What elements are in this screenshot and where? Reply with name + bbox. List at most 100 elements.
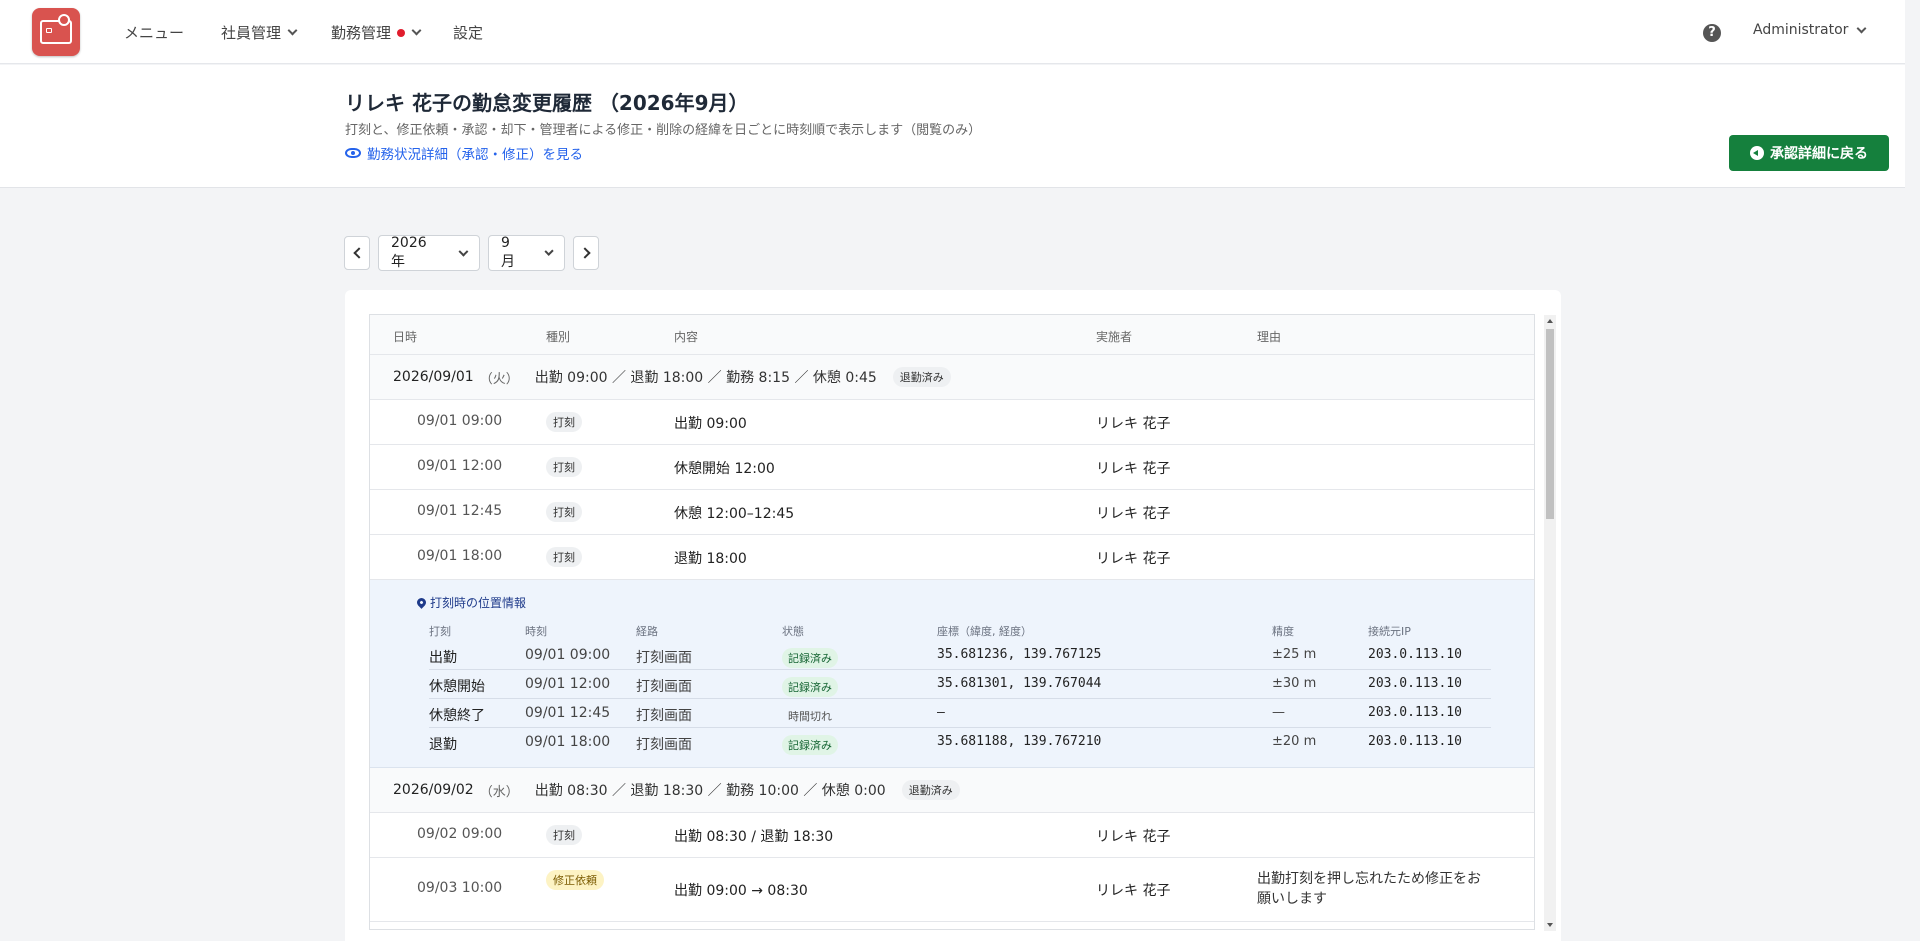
record-actor: リレキ 花子	[1096, 551, 1171, 567]
col-kind: 種別	[546, 330, 571, 344]
loc-ip: 203.0.113.10	[1368, 676, 1462, 691]
nav-menu[interactable]: メニュー	[124, 22, 184, 43]
chevron-down-icon	[458, 246, 469, 256]
record-kind-badge: 打刻	[546, 412, 582, 432]
back-to-approval-button[interactable]: 承認詳細に戻る	[1729, 135, 1889, 171]
record-datetime: 09/01 12:45	[417, 503, 503, 519]
scroll-up-icon[interactable]	[1547, 319, 1553, 323]
location-row: 休憩終了 09/01 12:45 打刻画面 時間切れ — — 203.0.113…	[429, 699, 1491, 728]
record-content: 出勤 09:00 → 08:30	[674, 883, 808, 899]
chevron-down-icon	[543, 246, 554, 256]
table-row: 09/03 10:00 修正依頼 出勤 09:00 → 08:30 リレキ 花子…	[370, 858, 1534, 922]
record-content: 退勤 18:00	[674, 551, 747, 567]
month-select[interactable]: 9月	[488, 235, 565, 271]
loc-accuracy: ±30 m	[1272, 676, 1317, 691]
next-month-button[interactable]	[573, 236, 599, 270]
year-value: 2026年	[391, 235, 427, 270]
chevron-down-icon	[411, 25, 422, 36]
record-content: 出勤 09:00	[674, 416, 747, 432]
record-kind-badge: 打刻	[546, 457, 582, 477]
record-datetime: 09/03 10:00	[417, 880, 503, 896]
loc-col-coord: 座標（緯度, 経度）	[937, 625, 1032, 638]
loc-time: 09/01 12:00	[525, 676, 611, 692]
loc-route: 打刻画面	[636, 737, 692, 753]
record-datetime: 09/01 18:00	[417, 548, 503, 564]
table-row: 09/01 12:00 打刻 休憩開始 12:00 リレキ 花子	[370, 445, 1534, 490]
scroll-down-icon[interactable]	[1547, 923, 1553, 927]
table-row: 09/01 12:45 打刻 休憩 12:00–12:45 リレキ 花子	[370, 490, 1534, 535]
loc-state-badge: 記録済み	[782, 648, 838, 668]
loc-state-badge: 記録済み	[782, 735, 838, 755]
record-content: 休憩開始 12:00	[674, 461, 775, 477]
loc-coord: 35.681301, 139.767044	[937, 676, 1102, 691]
status-badge: 退勤済み	[892, 367, 951, 387]
chevron-right-icon	[578, 247, 591, 259]
location-row: 退勤 09/01 18:00 打刻画面 記録済み 35.681188, 139.…	[429, 728, 1491, 757]
chevron-down-icon	[1856, 23, 1867, 33]
app-logo-icon[interactable]	[32, 8, 80, 56]
history-card: 日時 種別 内容 実施者 理由 2026/09/01 （火） 出勤 09:00 …	[345, 290, 1561, 941]
col-datetime: 日時	[393, 330, 418, 344]
day-weekday: （火）	[479, 371, 519, 387]
help-icon[interactable]: ?	[1703, 24, 1721, 42]
record-kind-badge: 打刻	[546, 547, 582, 567]
record-actor: リレキ 花子	[1096, 461, 1171, 477]
prev-month-button[interactable]	[344, 236, 370, 270]
record-kind-badge: 打刻	[546, 502, 582, 522]
record-kind-badge: 打刻	[546, 825, 582, 845]
loc-col-accuracy: 精度	[1272, 625, 1294, 638]
attendance-detail-link[interactable]: 勤務状況詳細（承認・修正）を見る	[345, 143, 583, 163]
loc-kind: 休憩開始	[429, 679, 485, 695]
scroll-thumb[interactable]	[1546, 329, 1554, 519]
loc-kind: 休憩終了	[429, 708, 485, 724]
col-content: 内容	[674, 330, 699, 344]
loc-col-time: 時刻	[525, 625, 547, 638]
nav-employees[interactable]: 社員管理	[221, 22, 298, 43]
nav-employees-label: 社員管理	[221, 24, 282, 42]
chevron-left-icon	[352, 247, 365, 259]
nav-attendance[interactable]: 勤務管理	[331, 22, 422, 43]
page-header: リレキ 花子の勤怠変更履歴 （2026年9月） 打刻と、修正依頼・承認・却下・管…	[0, 65, 1905, 188]
attendance-detail-link-label: 勤務状況詳細（承認・修正）を見る	[367, 147, 583, 163]
col-actor: 実施者	[1096, 330, 1133, 344]
table-scrollbar[interactable]	[1544, 315, 1556, 931]
user-menu[interactable]: Administrator	[1753, 22, 1867, 38]
day-date: 2026/09/02	[393, 782, 474, 798]
day-weekday: （水）	[479, 784, 519, 800]
day-group-header: 2026/09/01 （火） 出勤 09:00 ／ 退勤 18:00 ／ 勤務 …	[370, 355, 1534, 400]
page-title: リレキ 花子の勤怠変更履歴 （2026年9月）	[345, 91, 749, 115]
loc-route: 打刻画面	[636, 679, 692, 695]
record-actor: リレキ 花子	[1096, 506, 1171, 522]
status-badge: 退勤済み	[901, 780, 960, 800]
loc-coord: 35.681236, 139.767125	[937, 647, 1102, 662]
location-info-panel: 打刻時の位置情報 打刻 時刻 経路 状態 座標（緯度, 経度） 精度 接続元IP…	[370, 580, 1534, 768]
arrow-left-circle-icon	[1750, 146, 1764, 160]
loc-accuracy: ±20 m	[1272, 734, 1317, 749]
loc-accuracy: —	[1272, 705, 1285, 720]
loc-col-state: 状態	[782, 625, 804, 638]
loc-col-kind: 打刻	[429, 625, 451, 638]
record-actor: リレキ 花子	[1096, 883, 1171, 899]
year-select[interactable]: 2026年	[378, 235, 480, 271]
loc-route: 打刻画面	[636, 708, 692, 724]
table-row: 09/01 18:00 打刻 退勤 18:00 リレキ 花子	[370, 535, 1534, 580]
record-datetime: 09/01 09:00	[417, 413, 503, 429]
nav-settings[interactable]: 設定	[453, 22, 483, 43]
loc-state-badge: 記録済み	[782, 677, 838, 697]
period-selector: 2026年 9月	[344, 235, 599, 271]
loc-col-ip: 接続元IP	[1368, 625, 1411, 638]
location-info-title: 打刻時の位置情報	[415, 594, 527, 611]
location-row: 出勤 09/01 09:00 打刻画面 記録済み 35.681236, 139.…	[429, 641, 1491, 670]
loc-accuracy: ±25 m	[1272, 647, 1317, 662]
map-pin-icon	[415, 596, 428, 609]
loc-route: 打刻画面	[636, 650, 692, 666]
day-summary: 出勤 09:00 ／ 退勤 18:00 ／ 勤務 8:15 ／ 休憩 0:45	[534, 370, 877, 386]
loc-ip: 203.0.113.10	[1368, 734, 1462, 749]
history-table[interactable]: 日時 種別 内容 実施者 理由 2026/09/01 （火） 出勤 09:00 …	[369, 314, 1535, 930]
month-value: 9月	[501, 235, 515, 270]
loc-time: 09/01 18:00	[525, 734, 611, 750]
location-title-label: 打刻時の位置情報	[430, 596, 527, 610]
record-content: 休憩 12:00–12:45	[674, 506, 795, 522]
loc-time: 09/01 09:00	[525, 647, 611, 663]
chevron-down-icon	[287, 25, 298, 36]
